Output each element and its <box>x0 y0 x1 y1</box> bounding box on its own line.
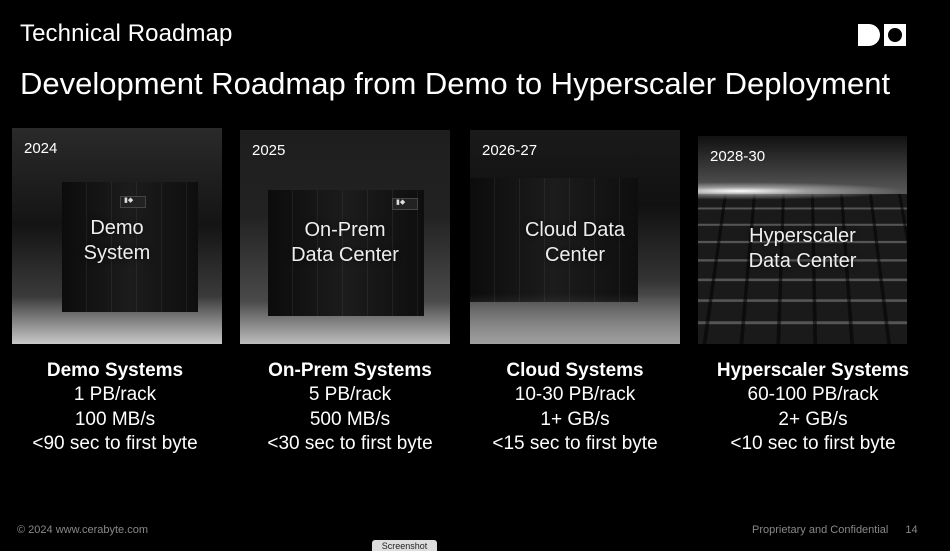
roadmap-card-on-prem: 2025 On-Prem Data Center <box>240 130 450 344</box>
spec-latency: <90 sec to first byte <box>32 433 198 454</box>
spec-latency: <15 sec to first byte <box>492 433 658 454</box>
spec-block-on-prem: On-Prem Systems 5 PB/rack 500 MB/s <30 s… <box>235 358 465 457</box>
roadmap-card-cloud: 2026-27 Cloud Data Center <box>470 130 680 344</box>
spec-block-demo: Demo Systems 1 PB/rack 100 MB/s <90 sec … <box>0 358 230 457</box>
footer-confidential: Proprietary and Confidential <box>752 524 889 536</box>
spec-capacity: 5 PB/rack <box>308 384 392 405</box>
footer-right: Proprietary and Confidential 14 <box>752 524 918 536</box>
card-year: 2025 <box>252 142 286 159</box>
spec-block-cloud: Cloud Systems 10-30 PB/rack 1+ GB/s <15 … <box>460 358 690 457</box>
spec-capacity: 60-100 PB/rack <box>747 384 879 405</box>
roadmap-card-demo: 2024 Demo System <box>12 128 222 344</box>
spec-capacity: 1 PB/rack <box>73 384 157 405</box>
spec-capacity: 10-30 PB/rack <box>514 384 636 405</box>
card-label: Hyperscaler Data Center <box>748 225 857 272</box>
card-label: Cloud Data Center <box>524 219 626 266</box>
page-headline: Development Roadmap from Demo to Hypersc… <box>20 66 891 101</box>
section-title: Technical Roadmap <box>20 20 233 47</box>
spec-name: Demo Systems <box>46 360 184 381</box>
roadmap-card-hyperscaler: 2028-30 Hyperscaler Data Center <box>698 136 907 344</box>
spec-throughput: 500 MB/s <box>309 408 391 430</box>
card-year: 2028-30 <box>710 148 766 165</box>
spec-name: Hyperscaler Systems <box>716 360 910 381</box>
card-label: On-Prem Data Center <box>291 219 399 266</box>
page-number: 14 <box>905 524 918 536</box>
card-year: 2026-27 <box>482 142 538 159</box>
spec-latency: <10 sec to first byte <box>730 433 896 454</box>
spec-block-hyperscaler: Hyperscaler Systems 60-100 PB/rack 2+ GB… <box>698 358 928 457</box>
spec-throughput: 2+ GB/s <box>778 408 848 430</box>
card-year: 2024 <box>24 140 58 157</box>
spec-throughput: 1+ GB/s <box>540 408 610 430</box>
spec-name: Cloud Systems <box>506 360 644 381</box>
footer-copyright: © 2024 www.cerabyte.com <box>17 524 148 536</box>
brand-logo-icon <box>858 24 906 46</box>
spec-throughput: 100 MB/s <box>74 408 156 430</box>
spec-latency: <30 sec to first byte <box>267 433 433 454</box>
card-label: Demo System <box>83 217 151 264</box>
spec-name: On-Prem Systems <box>268 360 432 381</box>
screenshot-tab[interactable]: Screenshot <box>372 540 437 551</box>
